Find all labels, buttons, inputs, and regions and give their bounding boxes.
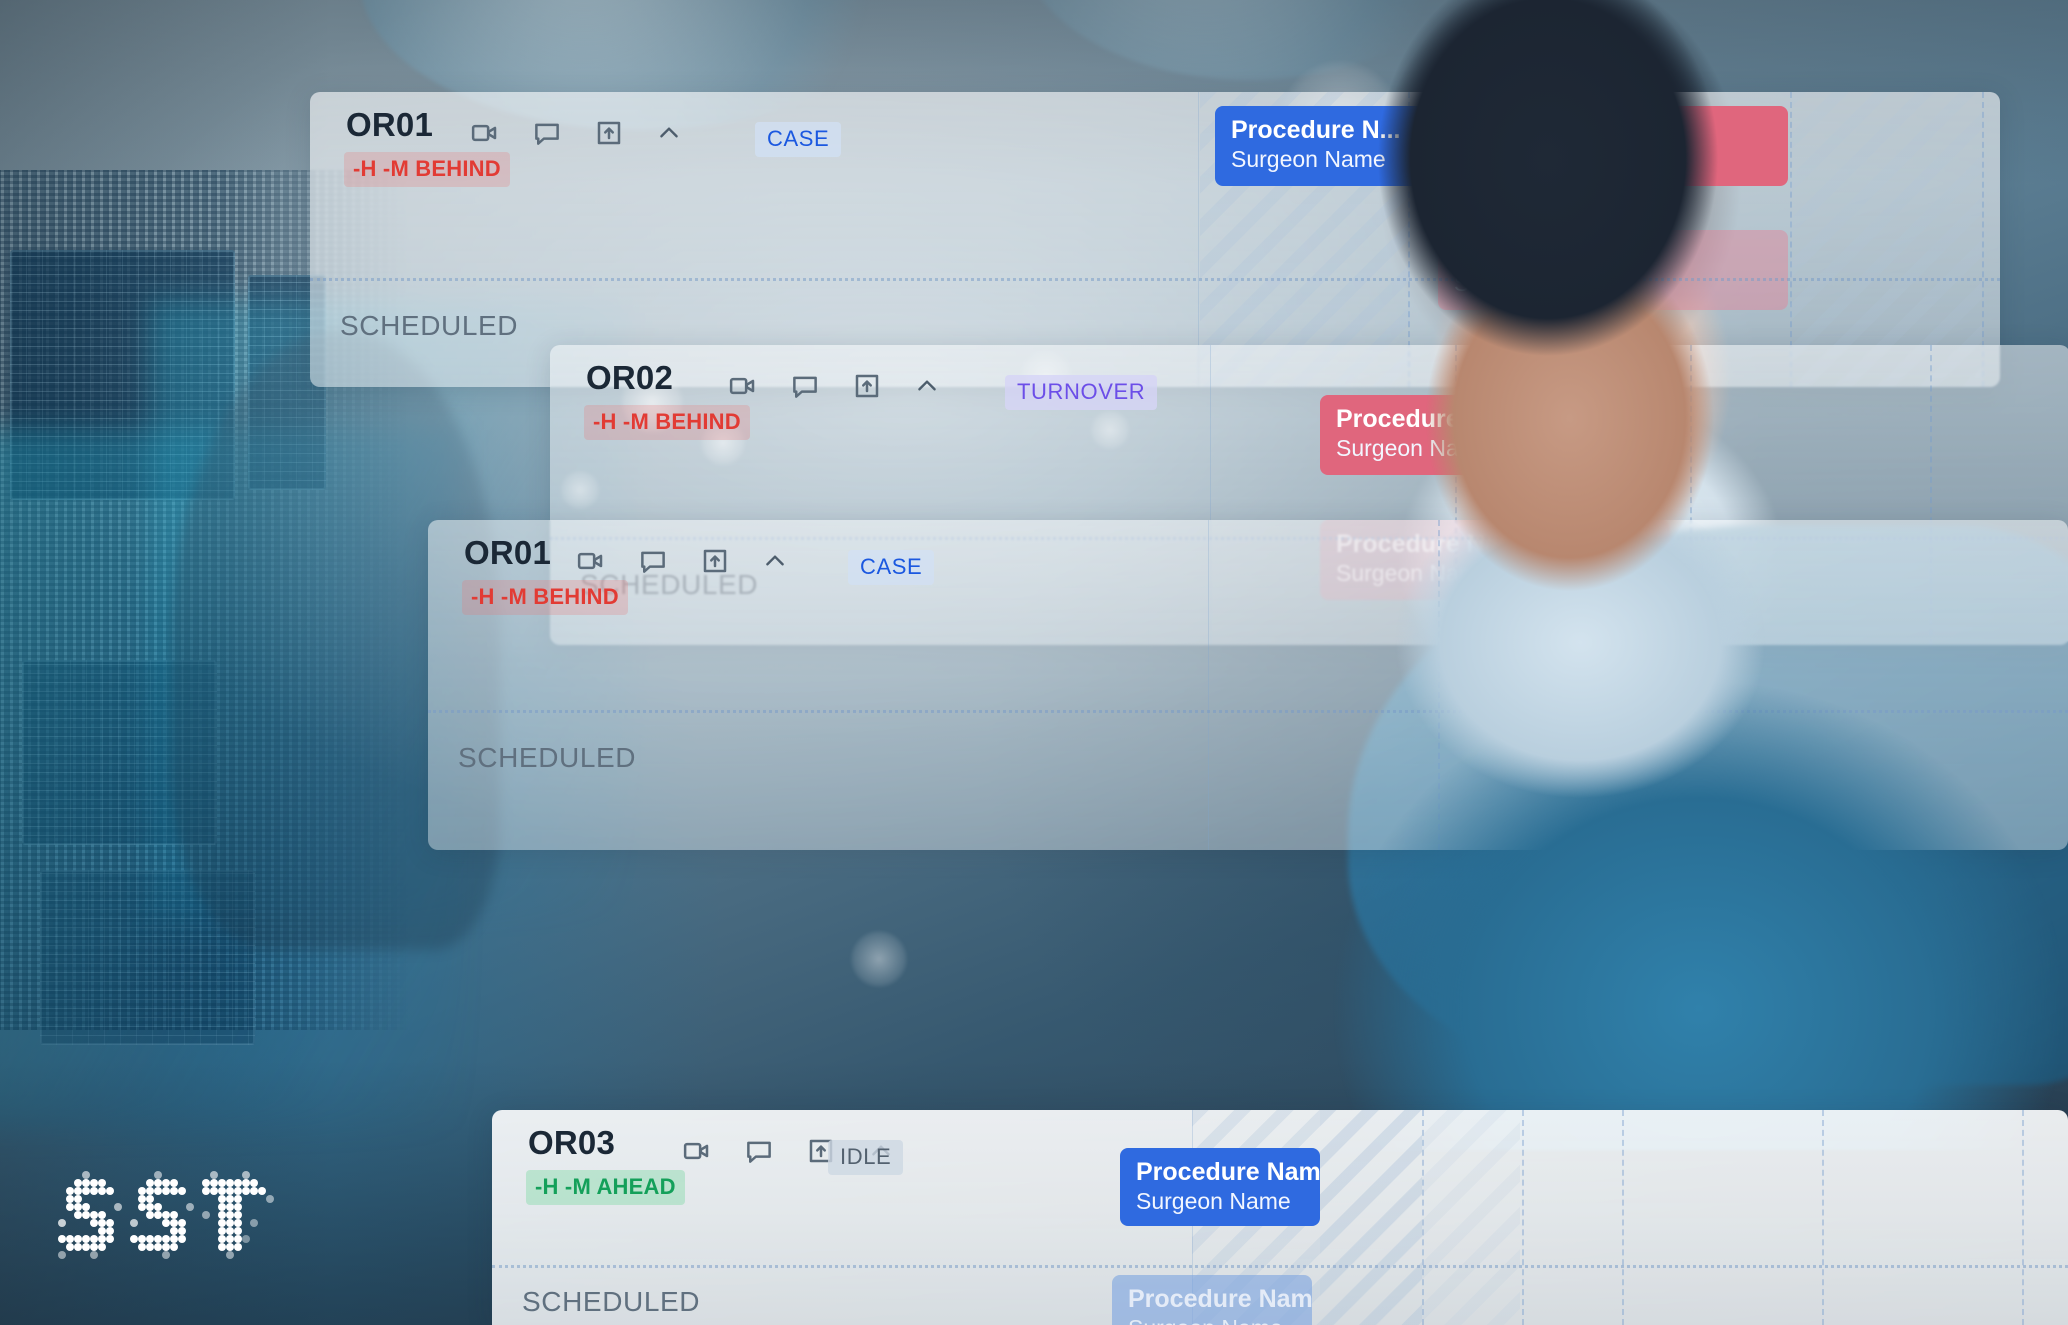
chat-bubble-icon[interactable] [744, 1136, 774, 1166]
room-status-badge: CASE [848, 550, 935, 585]
row-divider [310, 278, 2000, 281]
or-room-name: OR03 [528, 1124, 616, 1161]
row-divider [428, 710, 2068, 713]
chat-bubble-icon[interactable] [790, 371, 820, 401]
panel-header: OR01 -H -M BEHIND CASE [428, 520, 2068, 650]
room-status-badge: TURNOVER [1005, 375, 1158, 410]
procedure-card[interactable]: Procedure Name Surgeon Name [1438, 230, 1788, 310]
scheduled-row-label: SCHEDULED [340, 310, 519, 341]
procedure-card[interactable]: Procedure Name Surgeon Name [1112, 1275, 1312, 1325]
or-panel-or03[interactable]: OR03 -H -M AHEAD IDLE Procedure Name Sur… [492, 1110, 2068, 1325]
export-upload-icon[interactable] [594, 118, 624, 148]
procedure-card[interactable]: Procedure Name Surgeon Name [1120, 1148, 1320, 1226]
chevron-up-icon[interactable] [914, 373, 940, 399]
export-upload-icon[interactable] [852, 371, 882, 401]
or-room-name: OR01 [346, 106, 434, 143]
or-panel-or01-top[interactable]: OR01 -H -M BEHIND CASE Procedure N... Su… [310, 92, 2000, 387]
surgeon-name: Surgeon Name [1454, 270, 1609, 296]
surgeon-name: Surgeon Name [1231, 146, 1386, 172]
panel-action-icons[interactable] [728, 371, 940, 401]
or-room-name: OR02 [586, 359, 674, 396]
delay-status-badge: -H -M BEHIND [584, 405, 750, 440]
video-camera-icon[interactable] [682, 1136, 712, 1166]
panel-header: OR03 -H -M AHEAD IDLE Procedure Name Sur… [492, 1110, 2068, 1325]
procedure-card[interactable]: Procedure Name Surgeon Name [1438, 106, 1788, 186]
procedure-name: Procedure Name [1454, 240, 1653, 268]
export-upload-icon[interactable] [700, 546, 730, 576]
procedure-name: Procedure Name [1128, 1285, 1312, 1313]
sst-dot-logo-icon [58, 1171, 274, 1259]
scheduled-row-label: SCHEDULED [458, 742, 637, 773]
delay-status-badge: -H -M BEHIND [462, 580, 628, 615]
procedure-card[interactable]: Procedure N... Surgeon Name [1215, 106, 1445, 186]
surgeon-name: Surgeon Name [1128, 1315, 1296, 1325]
delay-status-badge: -H -M AHEAD [526, 1170, 685, 1205]
surgeon-name: Surgeon Name [1454, 146, 1609, 172]
panel-header: OR01 -H -M BEHIND CASE Procedure N... Su… [310, 92, 2000, 310]
procedure-name: Procedure Name [1336, 405, 1535, 433]
panel-action-icons[interactable] [470, 118, 682, 148]
screenshot-stage: OR01 -H -M BEHIND CASE Procedure N... Su… [0, 0, 2068, 1325]
panel-action-icons[interactable] [576, 546, 788, 576]
row-divider [492, 1265, 2068, 1268]
video-camera-icon[interactable] [728, 371, 758, 401]
sst-logo [58, 1171, 290, 1283]
room-status-badge: IDLE [828, 1140, 904, 1175]
scheduled-row-label: SCHEDULED [522, 1286, 701, 1317]
room-status-badge: CASE [755, 122, 842, 157]
surgeon-name: Surgeon Name [1336, 435, 1491, 461]
procedure-name: Procedure Name [1136, 1158, 1320, 1186]
panel-header: OR02 -H -M BEHIND TURNOVER Procedure Nam [550, 345, 2068, 600]
surgeon-name: Surgeon Name [1136, 1188, 1291, 1214]
delay-status-badge: -H -M BEHIND [344, 152, 510, 187]
chat-bubble-icon[interactable] [532, 118, 562, 148]
procedure-name: Procedure N... [1231, 116, 1401, 144]
video-camera-icon[interactable] [576, 546, 606, 576]
chevron-up-icon[interactable] [762, 548, 788, 574]
or-room-name: OR01 [464, 534, 552, 571]
procedure-card[interactable]: Procedure Name Surgeon Name [1320, 395, 1670, 475]
or-panel-or01-mid[interactable]: OR01 -H -M BEHIND CASE SCHEDULED [428, 520, 2068, 850]
chevron-up-icon[interactable] [656, 120, 682, 146]
chat-bubble-icon[interactable] [638, 546, 668, 576]
procedure-name: Procedure Name [1454, 116, 1653, 144]
video-camera-icon[interactable] [470, 118, 500, 148]
